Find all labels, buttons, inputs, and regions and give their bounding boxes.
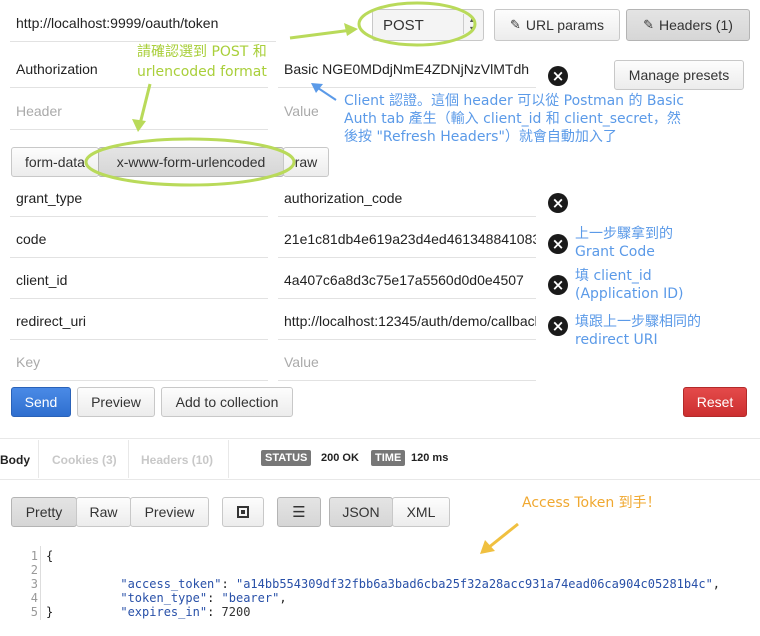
client-id-note: 填 client_id (Application ID) [575, 267, 684, 303]
postman-window: http://localhost:9999/oauth/token POST ▲… [0, 0, 760, 636]
auth-note-line: 後按 "Refresh Headers"）就會自動加入了 [344, 129, 617, 145]
redirect-note-line: 填跟上一步驟相同的 [575, 314, 701, 330]
urlencoded-arrow [138, 83, 152, 125]
redirect-note-line: redirect URI [575, 332, 658, 348]
token-arrowhead [480, 540, 495, 554]
method-note-line: 請確認選到 POST 和 [137, 44, 267, 60]
method-arrow [289, 28, 353, 40]
method-note: 請確認選到 POST 和 urlencoded format [137, 42, 267, 82]
code-note: 上一步驟拿到的 Grant Code [575, 225, 673, 261]
code-note-line: 上一步驟拿到的 [575, 226, 673, 242]
urlencoded-arrowhead [132, 119, 146, 132]
code-note-line: Grant Code [575, 244, 655, 260]
auth-note: Client 認證。這個 header 可以從 Postman 的 Basic … [344, 92, 684, 146]
urlencoded-highlight-ellipse [84, 137, 296, 187]
token-arrow [487, 522, 519, 550]
method-note-line: urlencoded format [137, 64, 267, 80]
token-note: Access Token 到手！ [522, 495, 661, 511]
client-id-note-line: 填 client_id [575, 268, 652, 284]
auth-arrow [317, 87, 337, 101]
method-arrowhead [344, 23, 358, 36]
client-id-note-line: (Application ID) [575, 286, 684, 302]
auth-note-line: Client 認證。這個 header 可以從 Postman 的 Basic [344, 93, 684, 109]
auth-arrowhead [311, 83, 323, 93]
method-highlight-ellipse [357, 1, 477, 47]
auth-note-line: Auth tab 產生（輸入 client_id 和 client_secret… [344, 111, 681, 127]
redirect-note: 填跟上一步驟相同的 redirect URI [575, 313, 701, 349]
